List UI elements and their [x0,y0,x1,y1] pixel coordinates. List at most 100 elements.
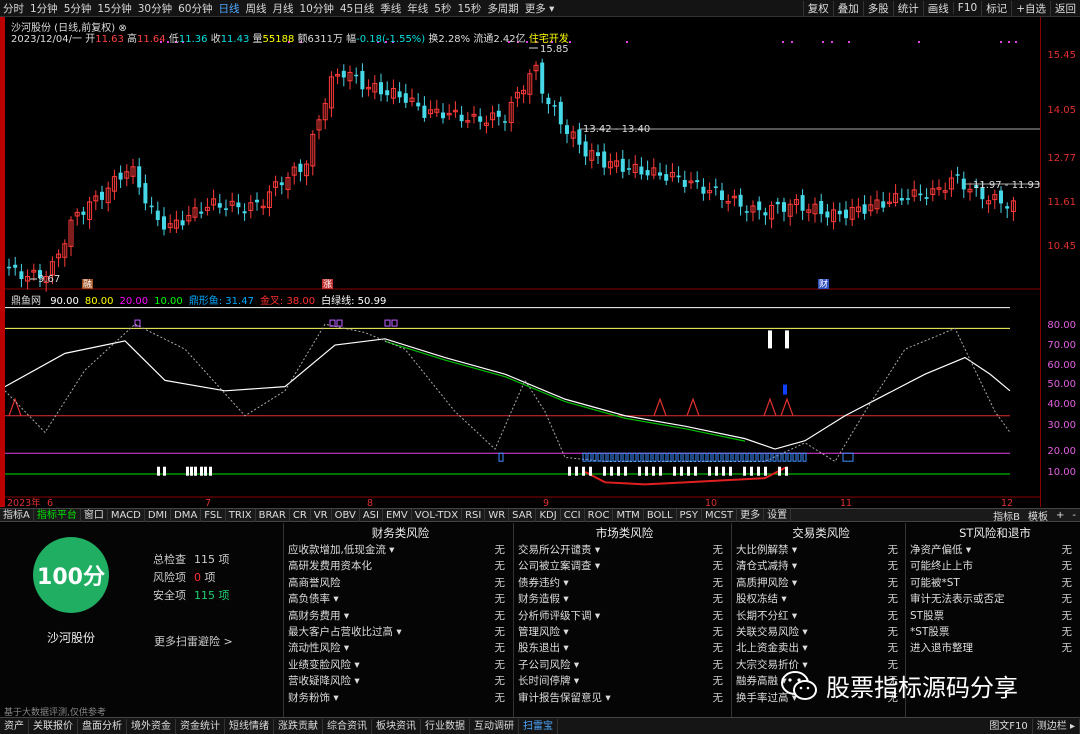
bottom-tab[interactable]: 互动调研 [470,718,519,734]
risk-row[interactable]: 关联交易风险 ▾ 无 [736,624,906,640]
risk-row[interactable]: 业绩变脸风险 ▾ 无 [288,657,513,673]
risk-row[interactable]: 交易所公开谴责 ▾ 无 [518,542,731,558]
indicator-tab[interactable]: 指标A [0,508,34,522]
indicator-tab-right[interactable]: 指标B [989,508,1024,523]
indicator-tab[interactable]: ROC [585,508,614,522]
risk-row[interactable]: 最大客户占营收比过高 ▾ 无 [288,624,513,640]
bottom-tab[interactable]: 涨跌贡献 [274,718,323,734]
indicator-tab[interactable]: BRAR [256,508,290,522]
period-tab[interactable]: 15秒 [454,1,484,16]
period-tab[interactable]: 日线 [216,1,243,16]
bottom-tab[interactable]: 板块资讯 [372,718,421,734]
toolbar-button[interactable]: F10 [952,2,981,14]
risk-row[interactable]: 高商誉风险 无 [288,575,513,591]
risk-row[interactable]: 审计无法表示或否定 无 [910,591,1080,607]
indicator-tab[interactable]: 更多 [737,508,765,522]
risk-row[interactable]: 流动性风险 ▾ 无 [288,640,513,656]
indicator-tab-right[interactable]: 模板 [1024,508,1052,523]
risk-row[interactable]: 财务粉饰 ▾ 无 [288,690,513,706]
bottom-tab[interactable]: 关联报价 [29,718,78,734]
more-scan-link[interactable]: 更多扫雷避险 > [154,633,233,649]
period-tab[interactable]: 年线 [404,1,431,16]
indicator-tab[interactable]: CCI [561,508,585,522]
period-tab[interactable]: 更多 ▾ [522,1,558,16]
risk-row[interactable]: 分析师评级下调 ▾ 无 [518,608,731,624]
risk-row[interactable]: ST股票 无 [910,608,1080,624]
risk-row[interactable]: 股东退出 ▾ 无 [518,640,731,656]
risk-row[interactable]: 长时间停牌 ▾ 无 [518,673,731,689]
indicator-tab[interactable]: RSI [462,508,486,522]
bottom-tab[interactable]: 境外资金 [127,718,176,734]
risk-row[interactable]: 可能终止上市 无 [910,558,1080,574]
bottom-tab[interactable]: 扫雷宝 [519,718,558,734]
risk-row[interactable]: 审计报告保留意见 ▾ 无 [518,690,731,706]
risk-row[interactable]: 可能被*ST 无 [910,575,1080,591]
bottom-tab[interactable]: 盘面分析 [78,718,127,734]
risk-row[interactable]: 营收疑降风险 ▾ 无 [288,673,513,689]
indicator-tab[interactable]: 窗口 [81,508,108,522]
indicator-tab[interactable]: VOL-TDX [412,508,463,522]
indicator-tab[interactable]: PSY [677,508,703,522]
indicator-tab[interactable]: WR [485,508,510,522]
indicator-tab[interactable]: KDJ [536,508,561,522]
period-tab[interactable]: 季线 [377,1,404,16]
bottom-tab[interactable]: 行业数据 [421,718,470,734]
risk-row[interactable]: 高研发费用资本化 无 [288,558,513,574]
risk-row[interactable]: 北上资金卖出 ▾ 无 [736,640,906,656]
period-tab[interactable]: 15分钟 [94,1,134,16]
toolbar-button[interactable]: 统计 [892,0,923,16]
risk-row[interactable]: 财务造假 ▾ 无 [518,591,731,607]
indicator-tab[interactable]: MTM [613,508,644,522]
risk-row[interactable]: 净资产偏低 ▾ 无 [910,542,1080,558]
risk-row[interactable]: 子公司风险 ▾ 无 [518,657,731,673]
chart-area[interactable]: 13.42 - 13.40 11.97 - 11.93 15.85 9.67 融 涨 财 20… [4,17,1062,509]
toolbar-button[interactable]: 画线 [922,0,953,16]
indicator-tab[interactable]: 指标平台 [34,508,81,522]
indicator-tab[interactable]: BOLL [644,508,677,522]
toolbar-button[interactable]: 复权 [802,0,833,16]
risk-row[interactable]: 高质押风险 ▾ 无 [736,575,906,591]
period-tab[interactable]: 5秒 [431,1,454,16]
kline-chart[interactable]: 13.42 - 13.40 11.97 - 11.93 15.85 9.67 融 涨 财 20… [4,17,1062,509]
indicator-tab[interactable]: FSL [201,508,226,522]
period-tab[interactable]: 45日线 [337,1,377,16]
period-tab[interactable]: 分时 [0,1,27,16]
risk-row[interactable]: 高负债率 ▾ 无 [288,591,513,607]
indicator-tab[interactable]: MACD [108,508,145,522]
risk-row[interactable]: *ST股票 无 [910,624,1080,640]
risk-row[interactable]: 长期不分红 ▾ 无 [736,608,906,624]
bottom-tab[interactable]: 资产 [0,718,29,734]
risk-row[interactable]: 债券违约 ▾ 无 [518,575,731,591]
risk-row[interactable]: 管理风险 ▾ 无 [518,624,731,640]
period-tab[interactable]: 周线 [243,1,270,16]
indicator-tab[interactable]: 设置 [764,508,792,522]
indicator-tab-right[interactable]: - [1068,510,1080,521]
indicator-tab[interactable]: SAR [509,508,537,522]
bottom-right-button[interactable]: 图文F10 [985,718,1033,734]
bottom-right-button[interactable]: 测边栏 ▸ [1033,718,1080,734]
period-tab[interactable]: 30分钟 [135,1,175,16]
risk-row[interactable]: 大比例解禁 ▾ 无 [736,542,906,558]
risk-row[interactable]: 清仓式减持 ▾ 无 [736,558,906,574]
risk-row[interactable]: 高财务费用 ▾ 无 [288,608,513,624]
indicator-tab[interactable]: OBV [332,508,360,522]
toolbar-button[interactable]: 叠加 [832,0,863,16]
period-tab[interactable]: 1分钟 [27,1,61,16]
toolbar-button[interactable]: 返回 [1050,0,1080,16]
indicator-tab[interactable]: TRIX [226,508,256,522]
period-tab[interactable]: 60分钟 [175,1,215,16]
toolbar-button[interactable]: 多股 [862,0,893,16]
period-tab[interactable]: 5分钟 [61,1,95,16]
period-tab[interactable]: 10分钟 [297,1,337,16]
bottom-tab[interactable]: 综合资讯 [323,718,372,734]
toolbar-button[interactable]: 标记 [981,0,1011,16]
period-tab[interactable]: 多周期 [484,1,522,16]
bottom-tab[interactable]: 资金统计 [176,718,225,734]
indicator-tab[interactable]: VR [311,508,332,522]
bottom-tab[interactable]: 短线情绪 [225,718,274,734]
indicator-tab-right[interactable]: + [1052,510,1068,521]
indicator-tab[interactable]: CR [290,508,311,522]
risk-row[interactable]: 进入退市整理 无 [910,640,1080,656]
risk-row[interactable]: 股权冻结 ▾ 无 [736,591,906,607]
indicator-tab[interactable]: DMI [145,508,172,522]
